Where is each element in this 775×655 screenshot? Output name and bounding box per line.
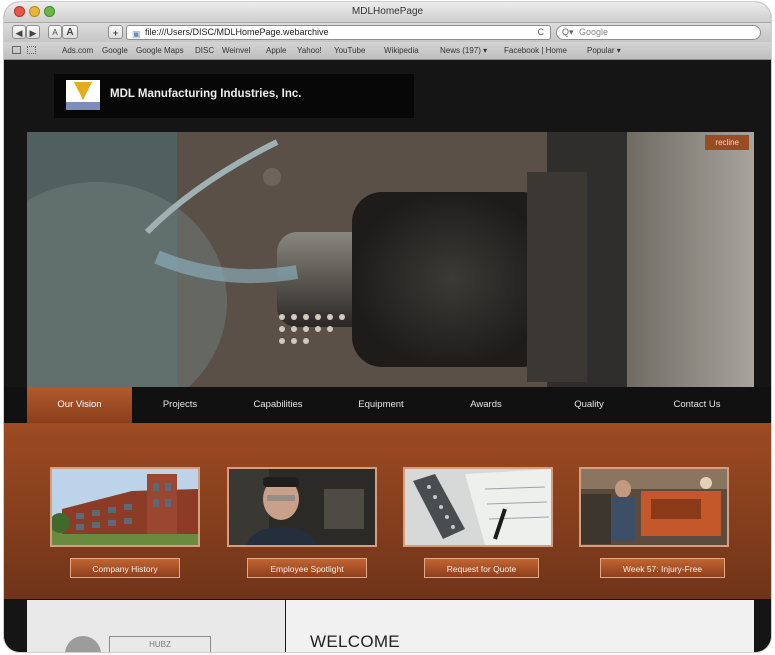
bookmark-item[interactable]: DISC <box>195 46 214 55</box>
machining-photo <box>27 132 754 387</box>
bookmark-item[interactable]: Google <box>102 46 128 55</box>
bookmark-item[interactable]: Google Maps <box>136 46 184 55</box>
nav-equipment[interactable]: Equipment <box>328 387 434 423</box>
blueprint-photo <box>405 469 551 545</box>
web-page: MDL Manufacturing Industries, Inc. recli… <box>4 60 771 652</box>
injury-free-button[interactable]: Week 57: Injury-Free <box>600 558 725 578</box>
title-bar: MDLHomePage <box>4 2 771 23</box>
bookmark-item[interactable]: Popular ▾ <box>587 46 621 55</box>
hero-tag[interactable]: recline <box>705 135 749 150</box>
browser-toolbar: ◀ ▶ A A + ▣ file:///Users/DISC/MDLHomePa… <box>4 23 771 42</box>
search-placeholder: Google <box>579 27 609 37</box>
show-bookmarks-icon[interactable] <box>27 46 36 54</box>
welcome-heading: WELCOME <box>310 632 400 651</box>
welcome-panel: WELCOME <box>286 600 754 652</box>
bookmark-item[interactable]: Facebook | Home <box>504 46 567 55</box>
nav-our-vision[interactable]: Our Vision <box>27 387 132 423</box>
nav-awards[interactable]: Awards <box>434 387 538 423</box>
injury-free-image[interactable] <box>579 467 729 547</box>
bookmark-item[interactable]: Apple <box>266 46 286 55</box>
forward-button[interactable]: ▶ <box>26 25 40 39</box>
employee-spotlight-button[interactable]: Employee Spotlight <box>247 558 367 578</box>
company-name: MDL Manufacturing Industries, Inc. <box>110 88 302 100</box>
search-field[interactable]: Q▾ Google <box>556 25 761 40</box>
nav-contact-us[interactable]: Contact Us <box>640 387 754 423</box>
employee-spotlight-image[interactable] <box>227 467 377 547</box>
reload-icon[interactable]: C <box>538 26 545 39</box>
building-photo <box>52 469 198 545</box>
add-bookmark-button[interactable]: + <box>108 25 123 39</box>
logo-triangle-icon <box>74 82 92 100</box>
browser-window: MDLHomePage ◀ ▶ A A + ▣ file:///Users/DI… <box>4 2 771 652</box>
request-for-quote-button[interactable]: Request for Quote <box>424 558 539 578</box>
page-icon: ▣ <box>132 29 141 39</box>
bookmark-item[interactable]: Weinvel <box>222 46 250 55</box>
address-text: file:///Users/DISC/MDLHomePage.webarchiv… <box>145 27 329 37</box>
text-smaller-button[interactable]: A <box>48 25 62 39</box>
feature-band: Company History Employee Spotlight Reque… <box>4 423 771 599</box>
nav-capabilities[interactable]: Capabilities <box>228 387 328 423</box>
nav-quality[interactable]: Quality <box>538 387 640 423</box>
bookmark-item[interactable]: News (197) ▾ <box>440 46 487 55</box>
bookmark-item[interactable]: Wikipedia <box>384 46 419 55</box>
certification-seal-icon <box>65 636 101 652</box>
company-logo[interactable] <box>66 80 100 110</box>
company-history-image[interactable] <box>50 467 200 547</box>
hero-image: recline <box>27 132 754 387</box>
certification-badge[interactable]: HUBZ <box>109 636 211 652</box>
bookmark-item[interactable]: YouTube <box>334 46 365 55</box>
company-history-button[interactable]: Company History <box>70 558 180 578</box>
nav-projects[interactable]: Projects <box>132 387 228 423</box>
employee-photo <box>229 469 375 545</box>
bookmarks-bar: Ads.com Google Google Maps DISC Weinvel … <box>4 42 771 60</box>
bookmark-item[interactable]: Yahoo! <box>297 46 322 55</box>
main-nav: Our Vision Projects Capabilities Equipme… <box>4 387 771 423</box>
request-for-quote-image[interactable] <box>403 467 553 547</box>
shop-floor-photo <box>581 469 727 545</box>
certification-panel: HUBZ <box>27 600 285 652</box>
back-button[interactable]: ◀ <box>12 25 26 39</box>
window-title: MDLHomePage <box>351 6 424 17</box>
site-header: MDL Manufacturing Industries, Inc. <box>54 74 414 118</box>
address-bar[interactable]: ▣ file:///Users/DISC/MDLHomePage.webarch… <box>126 25 551 40</box>
bookmark-item[interactable]: Ads.com <box>62 46 93 55</box>
text-larger-button[interactable]: A <box>62 25 78 39</box>
reading-list-icon[interactable] <box>12 46 21 54</box>
search-icon: Q▾ <box>562 27 574 37</box>
